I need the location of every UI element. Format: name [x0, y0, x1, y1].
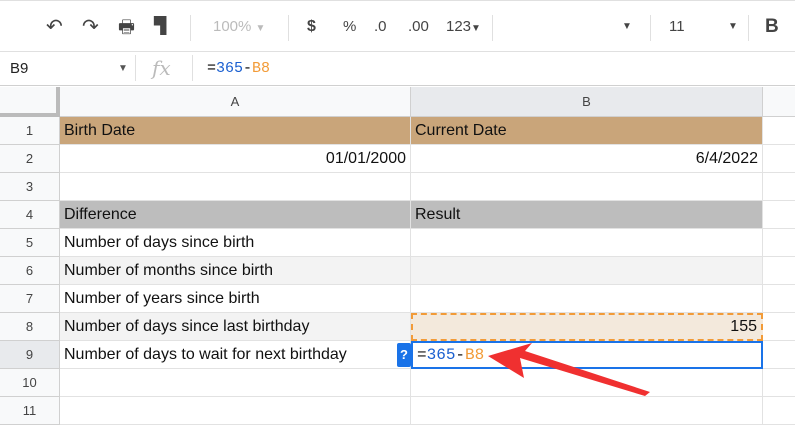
red-arrow-annotation	[488, 343, 650, 396]
